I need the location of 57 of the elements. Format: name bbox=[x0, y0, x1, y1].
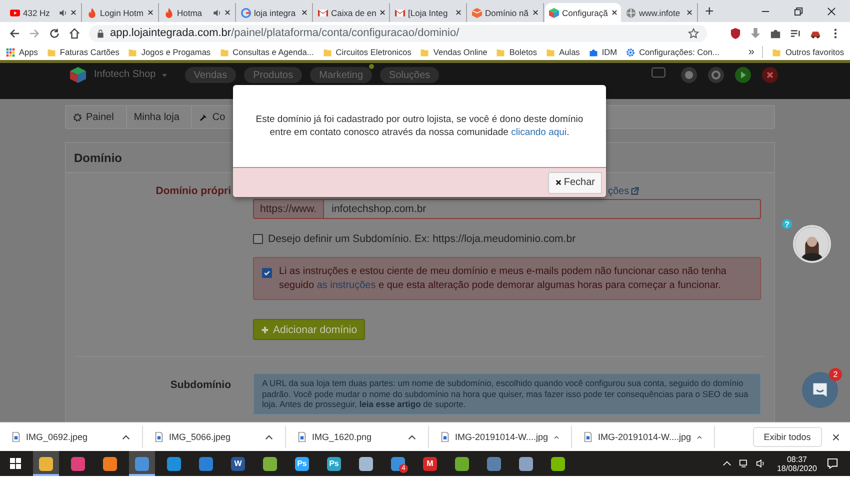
bookmark[interactable]: Circuitos Eletronicos bbox=[322, 47, 412, 57]
domain-field[interactable]: https://www. infotechshop.com.br bbox=[253, 199, 761, 219]
bookmark[interactable]: IDM bbox=[588, 47, 618, 57]
field-label: Domínio própri bbox=[156, 185, 231, 197]
new-tab-button[interactable]: + bbox=[699, 2, 720, 22]
tab-title: Caixa de en bbox=[331, 8, 376, 18]
bookmark[interactable]: Aulas bbox=[546, 47, 580, 57]
download-item[interactable]: IMG_1620.png bbox=[286, 426, 429, 448]
file-name: IMG-20191014-W....jpg bbox=[455, 432, 548, 442]
tab-title: www.infote bbox=[639, 8, 680, 18]
tab-title: Hotma bbox=[177, 8, 202, 18]
notification-badge: 2 bbox=[829, 368, 842, 381]
download-item[interactable]: IMG-20191014-W....jpg bbox=[572, 426, 715, 448]
close-button[interactable]: Fechar bbox=[548, 172, 602, 194]
url-text: app.lojaintegrada.com.br/painel/plataforma/conta/configuracao/dominio/ bbox=[110, 27, 460, 39]
tab-title: Login Hotm bbox=[100, 8, 144, 18]
field-label: Subdomínio bbox=[170, 379, 231, 391]
taskbar-app[interactable]: M bbox=[417, 451, 443, 476]
file-name: IMG-20191014-W....jpg bbox=[598, 432, 692, 442]
bookmark[interactable]: Boletos bbox=[496, 47, 538, 57]
panel-title: Domínio bbox=[74, 150, 122, 164]
tab-title: loja integra bbox=[254, 8, 296, 18]
time: 08:37 bbox=[786, 454, 807, 464]
bookmark[interactable]: Jogos e Progamas bbox=[128, 47, 211, 57]
tab-title: 432 Hz bbox=[23, 8, 50, 18]
help-badge: ? bbox=[782, 219, 792, 229]
show-all-button[interactable]: Exibir todos bbox=[752, 427, 822, 447]
download-item[interactable]: IMG-20191014-W....jpg bbox=[429, 426, 572, 448]
agreement-text: Li as instruções e estou ciente de meu domínio e meus e-mails podem não funcionar caso não tenha seguido as instruções e que esta alteração pode demorar algumas horas para começar a funcionar. bbox=[279, 265, 728, 293]
tab-title: Configuraçã bbox=[562, 8, 608, 18]
tab-title: [Loja Integ bbox=[408, 8, 448, 18]
info-text: A URL da sua loja tem duas partes: um nome de subdomínio, escolhido quando você configurou sua conta, seguido do domínio padrão. Você pode mudar o nome do subdomínio na hora que quiser, mas fazer isso pode ter consequências para o SEO de sua loja. Antes de prosseguir, leia esse artigo de suporte. bbox=[253, 373, 761, 414]
download-item[interactable]: IMG_0692.jpeg bbox=[0, 426, 143, 448]
bookmark[interactable]: Apps bbox=[6, 47, 38, 57]
bookmark[interactable]: Faturas Cartões bbox=[46, 47, 120, 57]
bookmark[interactable]: Consultas e Agenda... bbox=[220, 47, 314, 57]
bookmark[interactable]: Outros favoritos bbox=[772, 47, 844, 57]
bookmark[interactable]: Configurações: Con... bbox=[626, 47, 720, 57]
close-button[interactable]: × bbox=[822, 429, 850, 445]
breadcrumb-item[interactable]: Painel bbox=[66, 106, 127, 128]
community-link[interactable]: clicando aqui bbox=[511, 127, 567, 138]
browser-tab[interactable]: Configuraçã bbox=[545, 3, 621, 22]
tab-title: Domínio nã bbox=[485, 8, 528, 18]
dialog-message: Este domínio já foi cadastrado por outro lojista, se você é dono deste domínio entre em contato conosco através da nossa comunidade clicando aqui. bbox=[254, 113, 584, 139]
download-item[interactable]: IMG_5066.jpeg bbox=[143, 426, 286, 448]
clock[interactable]: 08:37 18/08/2020 bbox=[776, 454, 817, 472]
checkbox-label: Desejo definir um Subdomínio. Ex: https://loja.meudominio.com.br bbox=[268, 233, 576, 245]
file-name: IMG_5066.jpeg bbox=[169, 432, 232, 442]
field-prefix: https://www. bbox=[254, 200, 324, 218]
breadcrumb-item[interactable]: Minha loja bbox=[126, 106, 192, 128]
file-name: IMG_1620.png bbox=[312, 432, 373, 442]
date: 18/08/2020 bbox=[776, 464, 817, 472]
address-bar[interactable]: app.lojaintegrada.com.br/painel/plataforma/conta/configuracao/dominio/ bbox=[89, 24, 707, 42]
bookmark[interactable]: Vendas Online bbox=[420, 47, 488, 57]
file-name: IMG_0692.jpeg bbox=[26, 432, 89, 442]
more-bookmarks[interactable]: » bbox=[748, 46, 764, 58]
taskbar-app[interactable]: W bbox=[225, 451, 251, 476]
